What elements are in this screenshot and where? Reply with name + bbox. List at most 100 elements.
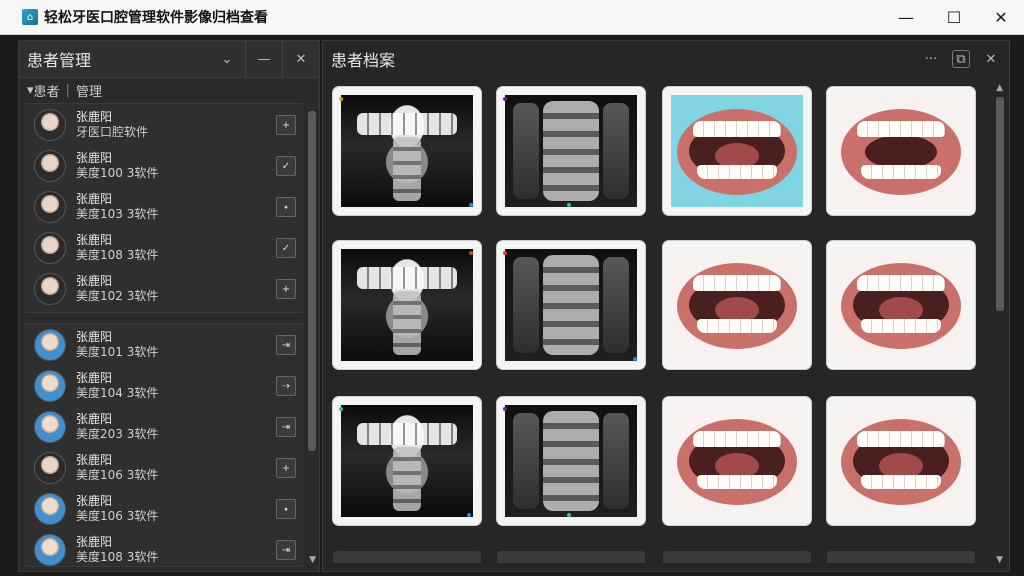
intraoral-photo — [835, 249, 967, 361]
breadcrumb-item-manage[interactable]: 管理 — [76, 81, 102, 100]
image-tile-partial[interactable] — [827, 551, 975, 563]
avatar — [34, 190, 66, 223]
scrollbar-thumb[interactable] — [308, 111, 316, 451]
patient-name: 张鹿阳 — [76, 493, 113, 508]
image-tile-xray-cervical[interactable] — [497, 241, 645, 369]
patient-name: 张鹿阳 — [76, 411, 113, 426]
list-item[interactable]: 张鹿阳 美度100 3软件 ✓ — [26, 145, 302, 186]
list-item[interactable]: 张鹿阳 美度101 3软件 ⇥ — [26, 324, 302, 365]
avatar — [34, 149, 66, 182]
list-item[interactable]: 张鹿阳 美度203 3软件 ⇥ — [26, 406, 302, 447]
patient-name: 张鹿阳 — [76, 273, 113, 288]
pin-icon[interactable]: ⬩ — [276, 499, 296, 519]
avatar — [34, 272, 66, 305]
image-tile-xray-panoramic[interactable] — [333, 397, 481, 525]
image-tile-intraoral-photo[interactable] — [663, 241, 811, 369]
scroll-down-icon[interactable]: ▼ — [996, 555, 1003, 565]
patient-name: 张鹿阳 — [76, 452, 113, 467]
window-title: 轻松牙医口腔管理软件影像归档查看 — [44, 10, 268, 26]
breadcrumb: ▾ 患者 | 管理 — [19, 78, 319, 102]
plus-icon[interactable]: + — [276, 279, 296, 299]
xray-image — [341, 405, 473, 517]
chevron-down-icon[interactable]: ⌄ — [209, 41, 245, 77]
panel-title: 患者档案 — [331, 51, 396, 70]
image-tile-intraoral-photo[interactable] — [827, 241, 975, 369]
arrow-right-icon[interactable]: ⇢ — [276, 376, 296, 396]
image-tile-partial[interactable] — [497, 551, 645, 563]
avatar — [34, 108, 66, 141]
image-tile-intraoral-photo[interactable] — [827, 87, 975, 215]
close-window-button[interactable]: ✕ — [978, 0, 1024, 34]
panel-close-button[interactable]: ✕ — [282, 41, 319, 77]
patient-list-group-2: 张鹿阳 美度101 3软件 ⇥ 张鹿阳 美度104 3软件 ⇢ 张鹿阳 美度20… — [25, 323, 303, 567]
list-item[interactable]: 张鹿阳 美度104 3软件 ⇢ — [26, 365, 302, 406]
scrollbar-thumb[interactable] — [996, 97, 1004, 311]
list-item[interactable]: 张鹿阳 牙医口腔软件 + — [26, 104, 302, 145]
patient-info: 美度106 3软件 — [76, 508, 159, 523]
list-item[interactable]: 张鹿阳 美度106 3软件 ⬩ — [26, 488, 302, 529]
scroll-down-icon[interactable]: ▼ — [309, 555, 316, 565]
plus-icon[interactable]: + — [276, 115, 296, 135]
list-item[interactable]: 张鹿阳 美度108 3软件 ⇥ — [26, 529, 302, 570]
check-icon[interactable]: ✓ — [276, 238, 296, 258]
close-icon[interactable]: ✕ — [979, 47, 1003, 71]
pin-icon[interactable]: ⬩ — [276, 197, 296, 217]
patient-records-panel: 患者档案 ··· ⧉ ✕ ▲ ▼ — [322, 40, 1010, 572]
patient-info: 美度106 3软件 — [76, 467, 159, 482]
image-tile-xray-panoramic[interactable] — [333, 87, 481, 215]
patient-info: 牙医口腔软件 — [76, 124, 149, 139]
avatar — [34, 492, 66, 525]
image-tile-intraoral-photo[interactable] — [827, 397, 975, 525]
patient-info: 美度101 3软件 — [76, 344, 159, 359]
image-tile-partial[interactable] — [333, 551, 481, 563]
intraoral-photo — [671, 95, 803, 207]
intraoral-photo — [835, 95, 967, 207]
patient-management-panel: 患者管理 ⌄ — ✕ ▾ 患者 | 管理 张鹿阳 牙医口腔软件 + 张鹿阳 美度… — [18, 40, 320, 572]
expand-icon[interactable]: ⧉ — [952, 50, 970, 68]
image-tile-intraoral-photo[interactable] — [663, 87, 811, 215]
image-tile-xray-cervical[interactable] — [497, 87, 645, 215]
action-icon[interactable]: ⇥ — [276, 335, 296, 355]
panel-title: 患者管理 — [27, 51, 92, 70]
patient-info: 美度108 3软件 — [76, 549, 159, 564]
image-tile-intraoral-photo[interactable] — [663, 397, 811, 525]
intraoral-photo — [671, 249, 803, 361]
action-icon[interactable]: ⇥ — [276, 540, 296, 560]
xray-image — [341, 249, 473, 361]
list-item[interactable]: 张鹿阳 美度102 3软件 + — [26, 268, 302, 309]
patient-info: 美度108 3软件 — [76, 247, 159, 262]
image-tile-xray-cervical[interactable] — [497, 397, 645, 525]
patient-info: 美度102 3软件 — [76, 288, 159, 303]
xray-image — [505, 95, 637, 207]
window-titlebar: ⌂ 轻松牙医口腔管理软件影像归档查看 — ☐ ✕ — [0, 0, 1024, 35]
patient-name: 张鹿阳 — [76, 534, 113, 549]
maximize-button[interactable]: ☐ — [930, 0, 978, 34]
panel-header: 患者档案 ··· ⧉ ✕ — [323, 41, 1009, 77]
list-item[interactable]: 张鹿阳 美度106 3软件 + — [26, 447, 302, 488]
scroll-up-icon[interactable]: ▲ — [996, 83, 1003, 93]
patient-info: 美度104 3软件 — [76, 385, 159, 400]
app-logo-icon: ⌂ — [22, 9, 38, 25]
panel-minimize-button[interactable]: — — [245, 41, 282, 77]
more-icon[interactable]: ··· — [919, 47, 943, 71]
plus-icon[interactable]: + — [276, 458, 296, 478]
avatar — [34, 533, 66, 566]
xray-image — [341, 95, 473, 207]
list-item[interactable]: 张鹿阳 美度108 3软件 ✓ — [26, 227, 302, 268]
avatar — [34, 231, 66, 264]
list-item[interactable]: 张鹿阳 美度103 3软件 ⬩ — [26, 186, 302, 227]
patient-name: 张鹿阳 — [76, 232, 113, 247]
check-icon[interactable]: ✓ — [276, 156, 296, 176]
intraoral-photo — [671, 405, 803, 517]
patient-name: 张鹿阳 — [76, 329, 113, 344]
patient-list-group-1: 张鹿阳 牙医口腔软件 + 张鹿阳 美度100 3软件 ✓ 张鹿阳 美度103 3… — [25, 103, 303, 313]
image-tile-xray-panoramic[interactable] — [333, 241, 481, 369]
minimize-button[interactable]: — — [882, 0, 930, 34]
patient-info: 美度103 3软件 — [76, 206, 159, 221]
action-icon[interactable]: ⇥ — [276, 417, 296, 437]
intraoral-photo — [835, 405, 967, 517]
xray-image — [505, 249, 637, 361]
image-tile-partial[interactable] — [663, 551, 811, 563]
breadcrumb-item-patient[interactable]: 患者 — [34, 81, 60, 100]
panel-header: 患者管理 ⌄ — ✕ — [19, 41, 319, 78]
